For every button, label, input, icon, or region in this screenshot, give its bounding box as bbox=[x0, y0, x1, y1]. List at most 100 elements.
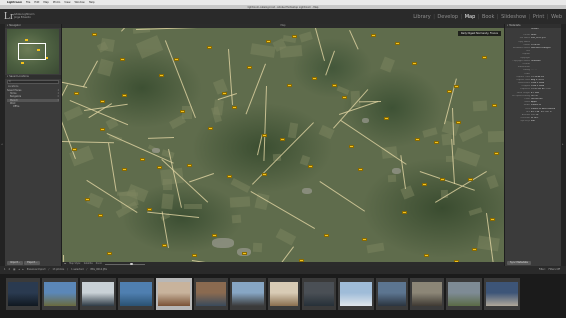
photo-location-pin[interactable] bbox=[494, 152, 499, 155]
photo-location-pin[interactable] bbox=[332, 84, 337, 87]
sync-metadata-button[interactable]: Sync Metadata bbox=[507, 261, 531, 265]
metadata-section-select[interactable]: Default bbox=[531, 28, 559, 31]
photo-location-pin[interactable] bbox=[349, 145, 354, 148]
photo-location-pin[interactable] bbox=[122, 94, 127, 97]
module-slideshow[interactable]: Slideshow bbox=[501, 14, 526, 20]
photo-location-pin[interactable] bbox=[157, 166, 162, 169]
photo-location-pin[interactable] bbox=[454, 85, 459, 88]
photo-location-pin[interactable] bbox=[456, 121, 461, 124]
filmstrip-thumbnail[interactable] bbox=[484, 278, 520, 310]
photo-location-pin[interactable] bbox=[85, 198, 90, 201]
location-item[interactable]: Office bbox=[7, 105, 59, 108]
photo-location-pin[interactable] bbox=[422, 183, 427, 186]
module-web[interactable]: Web bbox=[551, 14, 562, 20]
photo-location-pin[interactable] bbox=[266, 40, 271, 43]
filmstrip-toolbar-item[interactable]: IMG_0012.JPG bbox=[90, 266, 107, 274]
photo-location-pin[interactable] bbox=[384, 117, 389, 120]
filmstrip-toolbar-item[interactable]: / bbox=[86, 266, 87, 274]
photo-location-pin[interactable] bbox=[472, 248, 477, 251]
photo-location-pin[interactable] bbox=[342, 96, 347, 99]
filmstrip-thumbnail[interactable] bbox=[6, 278, 40, 310]
photo-location-pin[interactable] bbox=[262, 173, 267, 176]
filmstrip-toolbar-item[interactable]: 1 bbox=[4, 266, 6, 274]
filmstrip-thumbnail[interactable] bbox=[410, 278, 444, 310]
photo-location-pin[interactable] bbox=[100, 128, 105, 131]
photo-location-pin[interactable] bbox=[174, 58, 179, 61]
filmstrip-toolbar-item[interactable]: 2 bbox=[9, 266, 11, 274]
metadata-value[interactable]: Edit bbox=[531, 120, 559, 123]
photo-location-pin[interactable] bbox=[74, 92, 79, 95]
location-search-input[interactable]: Q bbox=[7, 80, 59, 84]
filmstrip-thumbnail[interactable] bbox=[80, 278, 116, 310]
photo-location-pin[interactable] bbox=[308, 165, 313, 168]
module-library[interactable]: Library bbox=[413, 14, 430, 20]
filmstrip-toolbar-item[interactable]: 1 selected bbox=[71, 266, 83, 274]
photo-location-pin[interactable] bbox=[207, 46, 212, 49]
photo-location-pin[interactable] bbox=[434, 141, 439, 144]
filmstrip-thumbnail[interactable] bbox=[302, 278, 336, 310]
photo-location-pin[interactable] bbox=[358, 168, 363, 171]
export-button[interactable]: Export... bbox=[24, 261, 41, 265]
photo-location-pin[interactable] bbox=[212, 234, 217, 237]
navigator-preview[interactable] bbox=[7, 29, 59, 74]
photo-location-pin[interactable] bbox=[92, 33, 97, 36]
photo-location-pin[interactable] bbox=[324, 234, 329, 237]
filmstrip-thumbnail[interactable] bbox=[376, 278, 408, 310]
photo-location-pin[interactable] bbox=[98, 214, 103, 217]
photo-location-pin[interactable] bbox=[107, 252, 112, 255]
photo-location-pin[interactable] bbox=[299, 259, 304, 262]
filmstrip-thumbnail[interactable] bbox=[156, 278, 192, 310]
photo-location-pin[interactable] bbox=[159, 74, 164, 77]
photo-location-pin[interactable] bbox=[371, 34, 376, 37]
metadata-value[interactable]: Unknown bbox=[531, 60, 559, 63]
photo-location-pin[interactable] bbox=[192, 254, 197, 257]
filmstrip-toolbar-item[interactable]: Previous Import bbox=[27, 266, 46, 274]
filmstrip-thumbnail[interactable] bbox=[118, 278, 154, 310]
metadata-value[interactable]: IMG_0012.JPG bbox=[531, 37, 559, 40]
photo-location-pin[interactable] bbox=[147, 208, 152, 211]
zoom-slider-knob[interactable] bbox=[130, 262, 133, 266]
photo-location-pin[interactable] bbox=[362, 238, 367, 241]
photo-location-pin[interactable] bbox=[100, 100, 105, 103]
photo-location-pin[interactable] bbox=[262, 134, 267, 137]
photo-location-pin[interactable] bbox=[187, 164, 192, 167]
saved-locations-header[interactable]: ▾ Saved Locations bbox=[5, 75, 61, 79]
photo-location-pin[interactable] bbox=[222, 92, 227, 95]
photo-location-pin[interactable] bbox=[312, 77, 317, 80]
photo-location-pin[interactable] bbox=[232, 106, 237, 109]
filmstrip-thumbnail[interactable] bbox=[446, 278, 482, 310]
photo-location-pin[interactable] bbox=[180, 110, 185, 113]
photo-location-pin[interactable] bbox=[454, 260, 459, 262]
photo-location-pin[interactable] bbox=[280, 138, 285, 141]
photo-location-pin[interactable] bbox=[140, 158, 145, 161]
photo-location-pin[interactable] bbox=[162, 244, 167, 247]
import-button[interactable]: Import... bbox=[7, 261, 24, 265]
navigator-viewport-rect[interactable] bbox=[18, 43, 46, 60]
navigator-header[interactable]: ▾ Navigator bbox=[5, 24, 61, 28]
photo-location-pin[interactable] bbox=[415, 138, 420, 141]
photo-location-pin[interactable] bbox=[468, 178, 473, 181]
right-panel-toggle[interactable]: ▸ bbox=[561, 24, 566, 266]
module-map[interactable]: Map bbox=[465, 14, 476, 20]
metadata-value[interactable]: · · · · · bbox=[531, 69, 559, 72]
metadata-value[interactable]: Has been changed bbox=[531, 47, 559, 50]
photo-location-pin[interactable] bbox=[490, 218, 495, 221]
filmstrip-toolbar-item[interactable]: ▸ bbox=[23, 266, 24, 274]
module-book[interactable]: Book bbox=[482, 14, 494, 20]
photo-location-pin[interactable] bbox=[447, 90, 452, 93]
filmstrip-toolbar-item[interactable]: / bbox=[49, 266, 50, 274]
photo-location-pin[interactable] bbox=[492, 104, 497, 107]
photo-location-pin[interactable] bbox=[424, 254, 429, 257]
photo-location-pin[interactable] bbox=[402, 211, 407, 214]
filmstrip-thumbnail[interactable] bbox=[338, 278, 374, 310]
filmstrip-toolbar-item[interactable]: / bbox=[67, 266, 68, 274]
satellite-map[interactable]: Daily Digest Normandy, France bbox=[62, 28, 504, 262]
photo-location-pin[interactable] bbox=[395, 42, 400, 45]
zoom-slider[interactable] bbox=[105, 262, 146, 266]
photo-location-pin[interactable] bbox=[72, 148, 77, 151]
photo-location-pin[interactable] bbox=[482, 56, 487, 59]
module-develop[interactable]: Develop bbox=[437, 14, 458, 20]
filmstrip-toolbar-item[interactable]: ◂ bbox=[18, 266, 19, 274]
filmstrip-toolbar-item[interactable]: ▦ bbox=[13, 266, 15, 274]
photo-location-pin[interactable] bbox=[440, 178, 445, 181]
